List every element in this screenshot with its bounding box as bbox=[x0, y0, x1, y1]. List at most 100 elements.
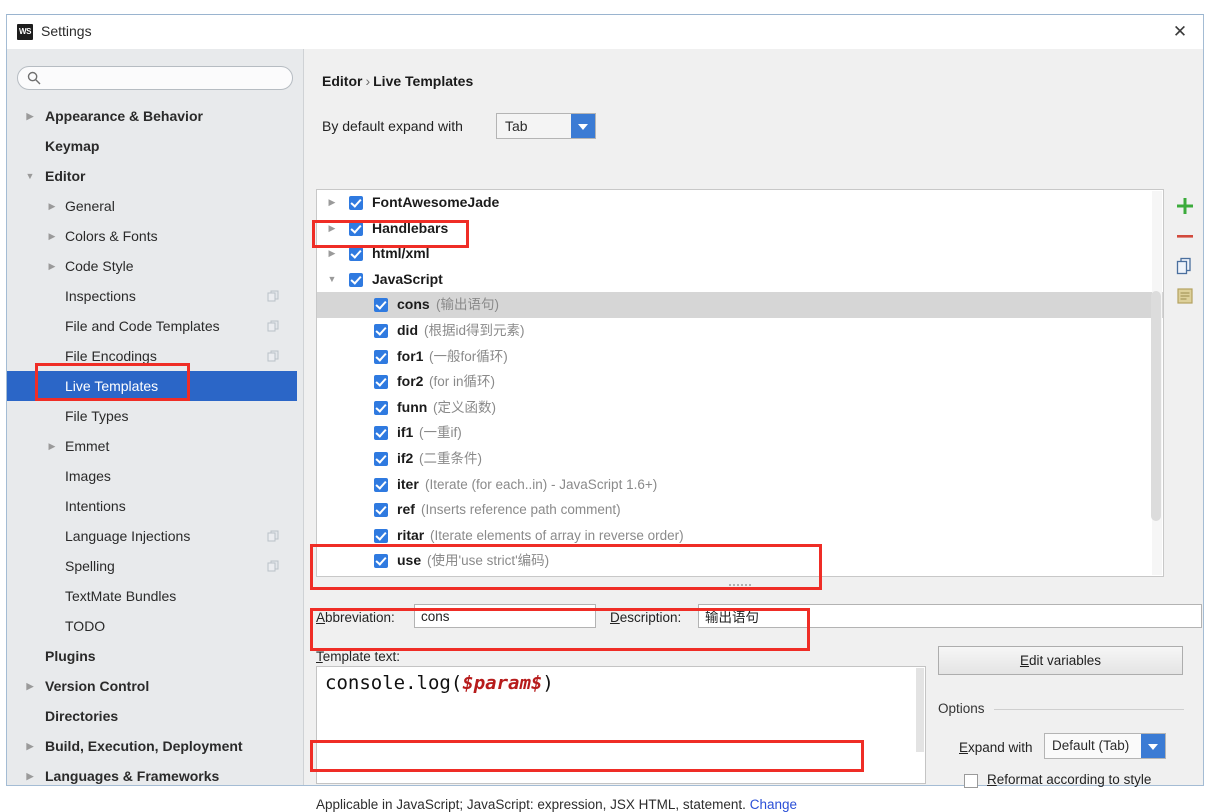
template-checkbox[interactable] bbox=[374, 451, 388, 466]
sidebar-item-todo[interactable]: TODO bbox=[7, 611, 297, 641]
template-row[interactable]: iter (Iterate (for each..in) - JavaScript… bbox=[317, 472, 1163, 498]
template-row[interactable]: if2 (二重条件) bbox=[317, 446, 1163, 472]
chevron-down-icon[interactable] bbox=[1141, 734, 1165, 758]
expand-with-combo[interactable]: Default (Tab) bbox=[1044, 733, 1166, 759]
template-row[interactable]: ritar (Iterate elements of array in rever… bbox=[317, 523, 1163, 549]
template-group-row[interactable]: ▶ Handlebars bbox=[317, 216, 1163, 242]
sidebar-item-emmet[interactable]: ▶ Emmet bbox=[7, 431, 297, 461]
template-checkbox[interactable] bbox=[349, 196, 363, 210]
sidebar-item-file-and-code-templates[interactable]: File and Code Templates bbox=[7, 311, 297, 341]
chevron-right-icon[interactable]: ▶ bbox=[23, 671, 37, 701]
template-row[interactable]: if1 (一重if) bbox=[317, 420, 1163, 446]
default-expand-combo[interactable]: Tab bbox=[496, 113, 596, 139]
template-row[interactable]: did (根据id得到元素) bbox=[317, 318, 1163, 344]
close-icon[interactable]: ✕ bbox=[1157, 15, 1203, 48]
description-input[interactable] bbox=[698, 604, 1202, 628]
template-description: (使用'use strict'编码) bbox=[427, 553, 550, 569]
template-checkbox[interactable] bbox=[374, 323, 388, 338]
templates-list[interactable]: ▶ FontAwesomeJade ▶ Handlebars ▶ html/xml ▼ Jav… bbox=[316, 189, 1164, 577]
template-row[interactable]: use (使用'use strict'编码) bbox=[317, 548, 1163, 574]
search-input[interactable] bbox=[17, 66, 293, 90]
sidebar-item-textmate-bundles[interactable]: TextMate Bundles bbox=[7, 581, 297, 611]
description-mnemonic: D bbox=[610, 610, 620, 625]
template-row[interactable]: for1 (一般for循环) bbox=[317, 344, 1163, 370]
template-text-scrollbar[interactable] bbox=[916, 668, 924, 752]
template-row[interactable]: funn (定义函数) bbox=[317, 395, 1163, 421]
chevron-right-icon[interactable]: ▶ bbox=[325, 216, 339, 242]
template-checkbox[interactable] bbox=[349, 221, 363, 236]
template-group-row[interactable]: ▼ JavaScript bbox=[317, 267, 1163, 293]
edit-variables-button[interactable]: Edit variables bbox=[938, 646, 1183, 675]
template-checkbox[interactable] bbox=[374, 400, 388, 415]
sidebar-item-file-encodings[interactable]: File Encodings bbox=[7, 341, 297, 371]
template-checkbox[interactable] bbox=[374, 375, 388, 390]
sidebar-item-spelling[interactable]: Spelling bbox=[7, 551, 297, 581]
template-text-editor[interactable]: console.log($param$) bbox=[316, 666, 926, 784]
chevron-right-icon[interactable]: ▶ bbox=[45, 251, 59, 281]
template-description: (定义函数) bbox=[433, 399, 496, 415]
sidebar-item-code-style[interactable]: ▶ Code Style bbox=[7, 251, 297, 281]
reformat-mnemonic: R bbox=[987, 772, 997, 787]
options-divider bbox=[994, 709, 1184, 710]
sidebar-item-label: Directories bbox=[45, 708, 119, 724]
sidebar-item-file-types[interactable]: File Types bbox=[7, 401, 297, 431]
template-checkbox[interactable] bbox=[374, 503, 388, 518]
sidebar-item-directories[interactable]: Directories bbox=[7, 701, 297, 731]
search-field-wrapper bbox=[17, 66, 293, 90]
breadcrumb-leaf: Live Templates bbox=[373, 73, 474, 89]
sidebar-item-plugins[interactable]: Plugins bbox=[7, 641, 297, 671]
template-row[interactable]: for2 (for in循环) bbox=[317, 369, 1163, 395]
sidebar-item-appearance-behavior[interactable]: ▶ Appearance & Behavior bbox=[7, 101, 297, 131]
chevron-right-icon[interactable]: ▶ bbox=[45, 431, 59, 461]
sidebar-item-label: Plugins bbox=[45, 648, 96, 664]
sidebar-item-languages-frameworks[interactable]: ▶ Languages & Frameworks bbox=[7, 761, 297, 785]
sidebar-item-live-templates[interactable]: Live Templates bbox=[7, 371, 297, 401]
panel-splitter[interactable] bbox=[316, 579, 1164, 591]
description-label: Description: bbox=[610, 610, 681, 625]
sidebar-item-language-injections[interactable]: Language Injections bbox=[7, 521, 297, 551]
template-checkbox[interactable] bbox=[374, 554, 388, 569]
template-checkbox[interactable] bbox=[374, 477, 388, 492]
sidebar-item-keymap[interactable]: Keymap bbox=[7, 131, 297, 161]
sidebar-item-intentions[interactable]: Intentions bbox=[7, 491, 297, 521]
chevron-down-icon[interactable] bbox=[571, 114, 595, 138]
template-checkbox[interactable] bbox=[374, 298, 388, 313]
copy-settings-icon bbox=[267, 320, 279, 332]
chevron-down-icon[interactable]: ▼ bbox=[23, 161, 37, 191]
sidebar-item-colors-fonts[interactable]: ▶ Colors & Fonts bbox=[7, 221, 297, 251]
copy-settings-icon bbox=[267, 530, 279, 542]
templates-scrollbar-track[interactable] bbox=[1151, 191, 1162, 575]
templates-scrollbar-thumb[interactable] bbox=[1151, 291, 1161, 521]
change-context-link[interactable]: Change bbox=[750, 797, 797, 812]
chevron-right-icon[interactable]: ▶ bbox=[45, 221, 59, 251]
chevron-right-icon[interactable]: ▶ bbox=[23, 731, 37, 761]
breadcrumb: Editor › Live Templates bbox=[322, 73, 473, 89]
chevron-right-icon[interactable]: ▶ bbox=[45, 191, 59, 221]
template-checkbox[interactable] bbox=[374, 528, 388, 543]
template-checkbox[interactable] bbox=[374, 426, 388, 441]
main-panel-scrollbar[interactable] bbox=[1195, 109, 1201, 705]
chevron-right-icon[interactable]: ▶ bbox=[23, 101, 37, 131]
sidebar-item-inspections[interactable]: Inspections bbox=[7, 281, 297, 311]
template-checkbox[interactable] bbox=[374, 349, 388, 364]
chevron-right-icon[interactable]: ▶ bbox=[325, 190, 339, 216]
template-group-row[interactable]: ▶ html/xml bbox=[317, 241, 1163, 267]
reformat-checkbox[interactable] bbox=[964, 774, 978, 788]
abbreviation-input[interactable] bbox=[414, 604, 596, 628]
sidebar-item-images[interactable]: Images bbox=[7, 461, 297, 491]
template-group-row[interactable]: ▶ FontAwesomeJade bbox=[317, 190, 1163, 216]
chevron-right-icon[interactable]: ▶ bbox=[325, 241, 339, 267]
chevron-right-icon[interactable]: ▶ bbox=[23, 761, 37, 785]
template-row[interactable]: ref (Inserts reference path comment) bbox=[317, 497, 1163, 523]
expand-with-label: Expand with bbox=[959, 740, 1033, 755]
breadcrumb-root[interactable]: Editor bbox=[322, 73, 362, 89]
sidebar-item-general[interactable]: ▶ General bbox=[7, 191, 297, 221]
expand-with-label-rest: xpand with bbox=[968, 740, 1033, 755]
template-checkbox[interactable] bbox=[349, 247, 363, 262]
chevron-down-icon[interactable]: ▼ bbox=[325, 267, 339, 293]
sidebar-item-build-execution-deployment[interactable]: ▶ Build, Execution, Deployment bbox=[7, 731, 297, 761]
sidebar-item-editor[interactable]: ▼ Editor bbox=[7, 161, 297, 191]
template-checkbox[interactable] bbox=[349, 272, 363, 287]
sidebar-item-version-control[interactable]: ▶ Version Control bbox=[7, 671, 297, 701]
template-row[interactable]: cons (输出语句) bbox=[317, 292, 1163, 318]
